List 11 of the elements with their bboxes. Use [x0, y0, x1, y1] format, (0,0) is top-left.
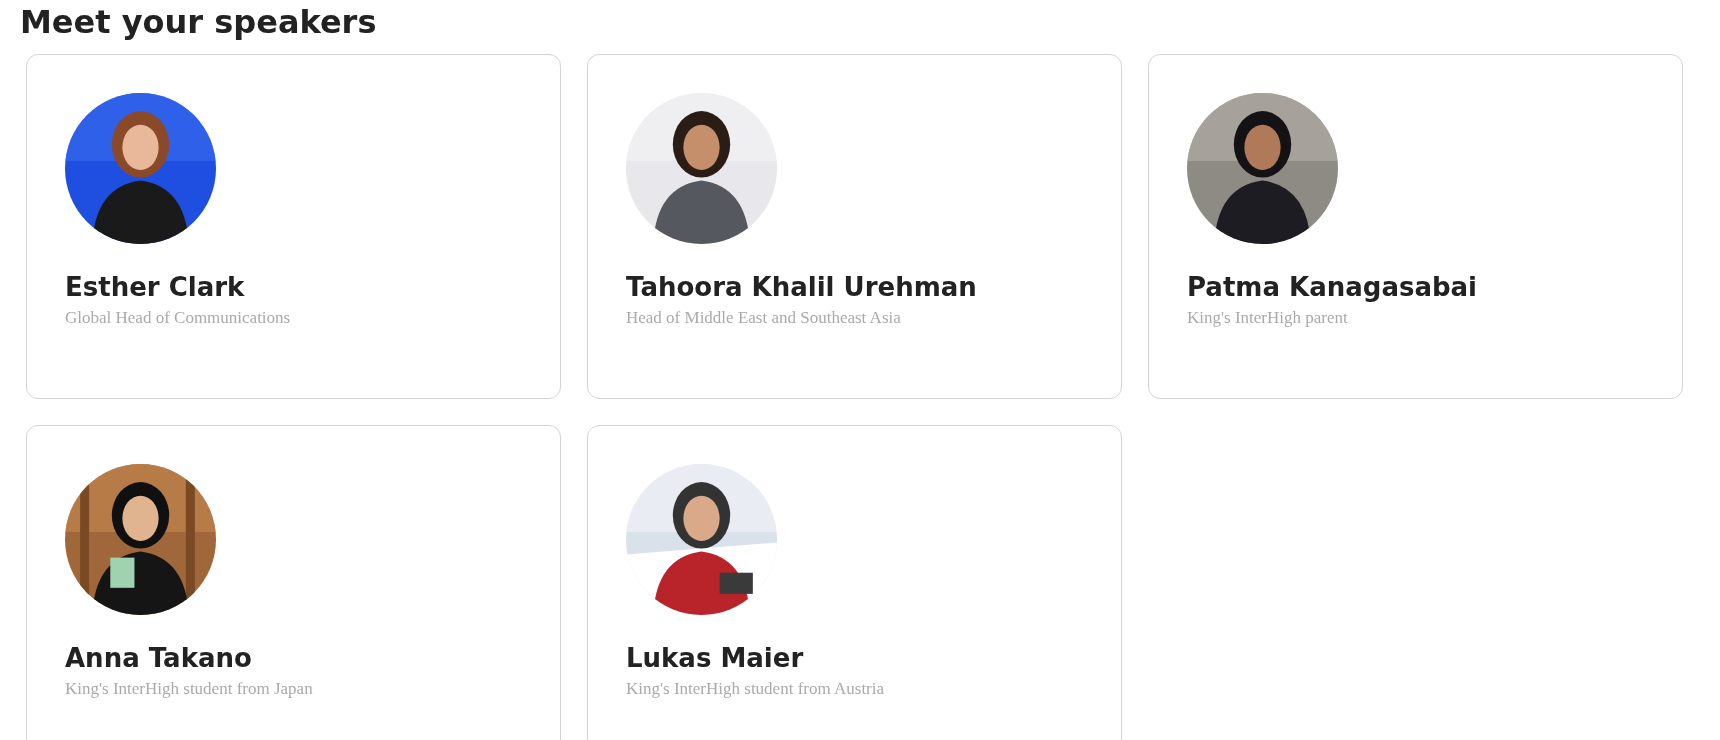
speaker-role: Head of Middle East and Southeast Asia — [626, 307, 902, 329]
speaker-role: King's InterHigh student from Austria — [626, 678, 886, 700]
section-heading: Meet your speakers — [20, 2, 378, 42]
speaker-name: Tahoora Khalil Urehman — [626, 271, 978, 303]
speaker-name: Anna Takano — [65, 642, 253, 674]
speaker-role: King's InterHigh parent — [1187, 307, 1349, 329]
speaker-name: Esther Clark — [65, 271, 246, 303]
speaker-role: King's InterHigh student from Japan — [65, 678, 314, 700]
speaker-role: Global Head of Communications — [65, 307, 292, 329]
speaker-name: Patma Kanagasabai — [1187, 271, 1478, 303]
speaker-name: Lukas Maier — [626, 642, 805, 674]
